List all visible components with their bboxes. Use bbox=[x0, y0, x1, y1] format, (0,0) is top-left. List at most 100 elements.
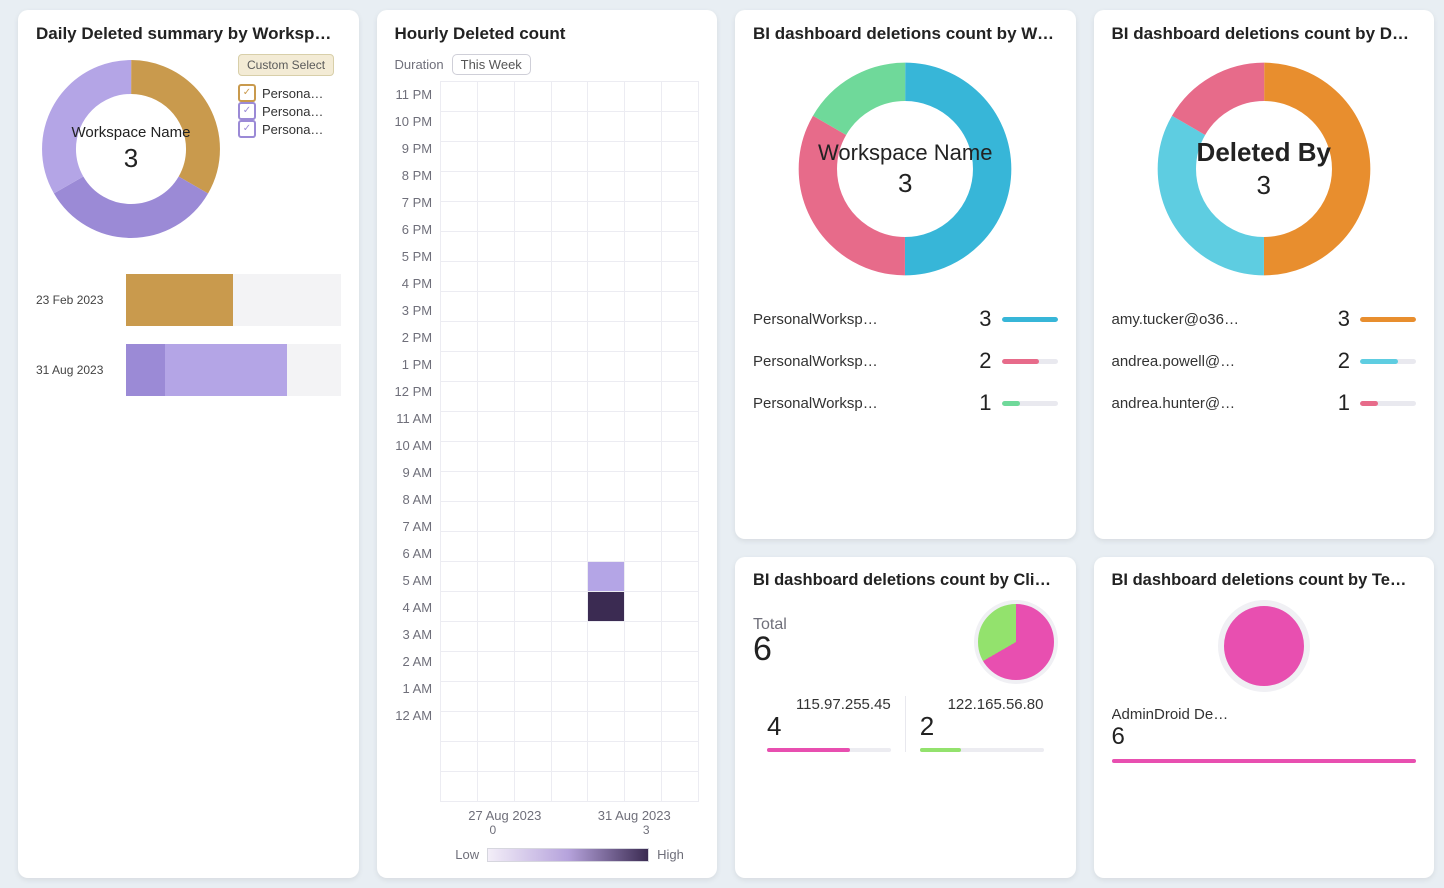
heatmap-cell bbox=[625, 682, 662, 712]
donut-center-value: 3 bbox=[1257, 170, 1271, 201]
legend-value: 2 bbox=[970, 348, 992, 374]
donut-chart-workspace[interactable]: Workspace Name 3 bbox=[790, 54, 1020, 284]
heatmap-cell bbox=[588, 352, 625, 382]
heatmap-cell bbox=[662, 622, 699, 652]
heatmap-cell bbox=[441, 382, 478, 412]
heatmap-cell bbox=[477, 592, 514, 622]
legend-row[interactable]: amy.tucker@o36… 3 bbox=[1112, 298, 1417, 340]
legend-name: PersonalWorksp… bbox=[753, 395, 960, 412]
card-hourly-deleted-count: Hourly Deleted count Duration This Week … bbox=[377, 10, 718, 878]
heatmap-cell bbox=[551, 772, 588, 802]
heatmap-cell bbox=[441, 442, 478, 472]
stacked-bar-row[interactable]: 31 Aug 2023 bbox=[36, 344, 341, 396]
pie-chart-tenant[interactable] bbox=[1218, 600, 1310, 692]
legend-item[interactable]: ✓Persona… bbox=[238, 84, 328, 102]
donut-chart-workspace-summary[interactable]: Workspace Name 3 bbox=[36, 54, 226, 244]
legend-row[interactable]: andrea.hunter@… 1 bbox=[1112, 382, 1417, 424]
heatmap-cell bbox=[625, 82, 662, 112]
heatmap-cell bbox=[477, 412, 514, 442]
heatmap-cell bbox=[588, 652, 625, 682]
card-deletions-by-deleted-by: BI dashboard deletions count by Delet… D… bbox=[1094, 10, 1435, 539]
legend-row[interactable]: andrea.powell@… 2 bbox=[1112, 340, 1417, 382]
heatmap-cell bbox=[477, 442, 514, 472]
heatmap-chart[interactable]: 11 PM10 PM9 PM8 PM7 PM6 PM5 PM4 PM3 PM2 … bbox=[395, 81, 700, 862]
heatmap-cell bbox=[514, 592, 551, 622]
heatmap-cell bbox=[441, 742, 478, 772]
checkbox-icon: ✓ bbox=[238, 120, 256, 138]
heatmap-cell bbox=[477, 232, 514, 262]
y-tick: 12 AM bbox=[395, 702, 432, 729]
heatmap-cell bbox=[588, 442, 625, 472]
legend-row[interactable]: PersonalWorksp… 1 bbox=[753, 382, 1058, 424]
heatmap-cell bbox=[477, 682, 514, 712]
heatmap-cell bbox=[551, 322, 588, 352]
legend-bar bbox=[1360, 401, 1416, 406]
heatmap-cell bbox=[441, 142, 478, 172]
heatmap-cell bbox=[441, 322, 478, 352]
bar-segment bbox=[126, 274, 233, 326]
legend-value: 2 bbox=[1328, 348, 1350, 374]
y-tick: 8 AM bbox=[402, 486, 432, 513]
card-title: BI dashboard deletions count by Client… bbox=[753, 571, 1058, 590]
heatmap-cell bbox=[662, 382, 699, 412]
legend-item[interactable]: ✓Persona… bbox=[238, 102, 328, 120]
heatmap-cell bbox=[662, 442, 699, 472]
heatmap-cell bbox=[514, 772, 551, 802]
heatmap-cell bbox=[588, 712, 625, 742]
scale-min: 0 bbox=[490, 823, 497, 837]
legend-name: amy.tucker@o36… bbox=[1112, 311, 1319, 328]
heatmap-cell bbox=[477, 82, 514, 112]
heatmap-cell bbox=[588, 562, 625, 592]
checkbox-icon: ✓ bbox=[238, 84, 256, 102]
stacked-bar-row[interactable]: 23 Feb 2023 bbox=[36, 274, 341, 326]
heatmap-cell bbox=[662, 562, 699, 592]
heatmap-cell bbox=[551, 622, 588, 652]
heatmap-cell bbox=[662, 112, 699, 142]
duration-selector[interactable]: This Week bbox=[452, 54, 531, 75]
heatmap-cell bbox=[441, 352, 478, 382]
heatmap-cell bbox=[662, 592, 699, 622]
legend-value: 1 bbox=[970, 390, 992, 416]
donut-chart-deleted-by[interactable]: Deleted By 3 bbox=[1149, 54, 1379, 284]
client-ip-column[interactable]: 115.97.255.45 4 bbox=[753, 696, 905, 752]
tenant-value: 6 bbox=[1112, 723, 1417, 751]
custom-select-button[interactable]: Custom Select bbox=[238, 54, 334, 76]
legend-name: PersonalWorksp… bbox=[753, 311, 960, 328]
heatmap-cell bbox=[551, 382, 588, 412]
legend-row[interactable]: PersonalWorksp… 3 bbox=[753, 298, 1058, 340]
heatmap-cell bbox=[551, 202, 588, 232]
heatmap-cell bbox=[588, 382, 625, 412]
legend-name: andrea.hunter@… bbox=[1112, 395, 1319, 412]
heatmap-cell bbox=[625, 382, 662, 412]
heatmap-cell bbox=[625, 652, 662, 682]
donut-center-label: Workspace Name bbox=[72, 124, 191, 141]
y-tick: 4 AM bbox=[402, 594, 432, 621]
bar-date-label: 23 Feb 2023 bbox=[36, 293, 116, 307]
heatmap-cell bbox=[477, 652, 514, 682]
heatmap-cell bbox=[662, 742, 699, 772]
heatmap-cell bbox=[477, 202, 514, 232]
heatmap-cell bbox=[514, 472, 551, 502]
y-tick: 11 PM bbox=[395, 81, 432, 108]
heatmap-cell bbox=[514, 682, 551, 712]
heatmap-cell bbox=[588, 322, 625, 352]
heatmap-cell bbox=[588, 112, 625, 142]
heatmap-cells bbox=[440, 81, 699, 802]
heatmap-cell bbox=[551, 112, 588, 142]
donut-center-value: 3 bbox=[124, 143, 138, 174]
heatmap-cell bbox=[551, 442, 588, 472]
heatmap-y-axis: 11 PM10 PM9 PM8 PM7 PM6 PM5 PM4 PM3 PM2 … bbox=[395, 81, 441, 862]
heatmap-cell bbox=[477, 532, 514, 562]
duration-label: Duration bbox=[395, 57, 444, 72]
pie-chart-client-ip[interactable] bbox=[974, 600, 1058, 684]
heatmap-cell bbox=[551, 652, 588, 682]
legend-row[interactable]: PersonalWorksp… 2 bbox=[753, 340, 1058, 382]
heatmap-cell bbox=[662, 532, 699, 562]
heatmap-cell bbox=[441, 652, 478, 682]
client-ip-bar bbox=[920, 748, 1044, 752]
heatmap-cell bbox=[477, 142, 514, 172]
legend-item[interactable]: ✓Persona… bbox=[238, 120, 328, 138]
y-tick: 8 PM bbox=[402, 162, 432, 189]
heatmap-cell bbox=[588, 772, 625, 802]
client-ip-column[interactable]: 122.165.56.80 2 bbox=[905, 696, 1058, 752]
